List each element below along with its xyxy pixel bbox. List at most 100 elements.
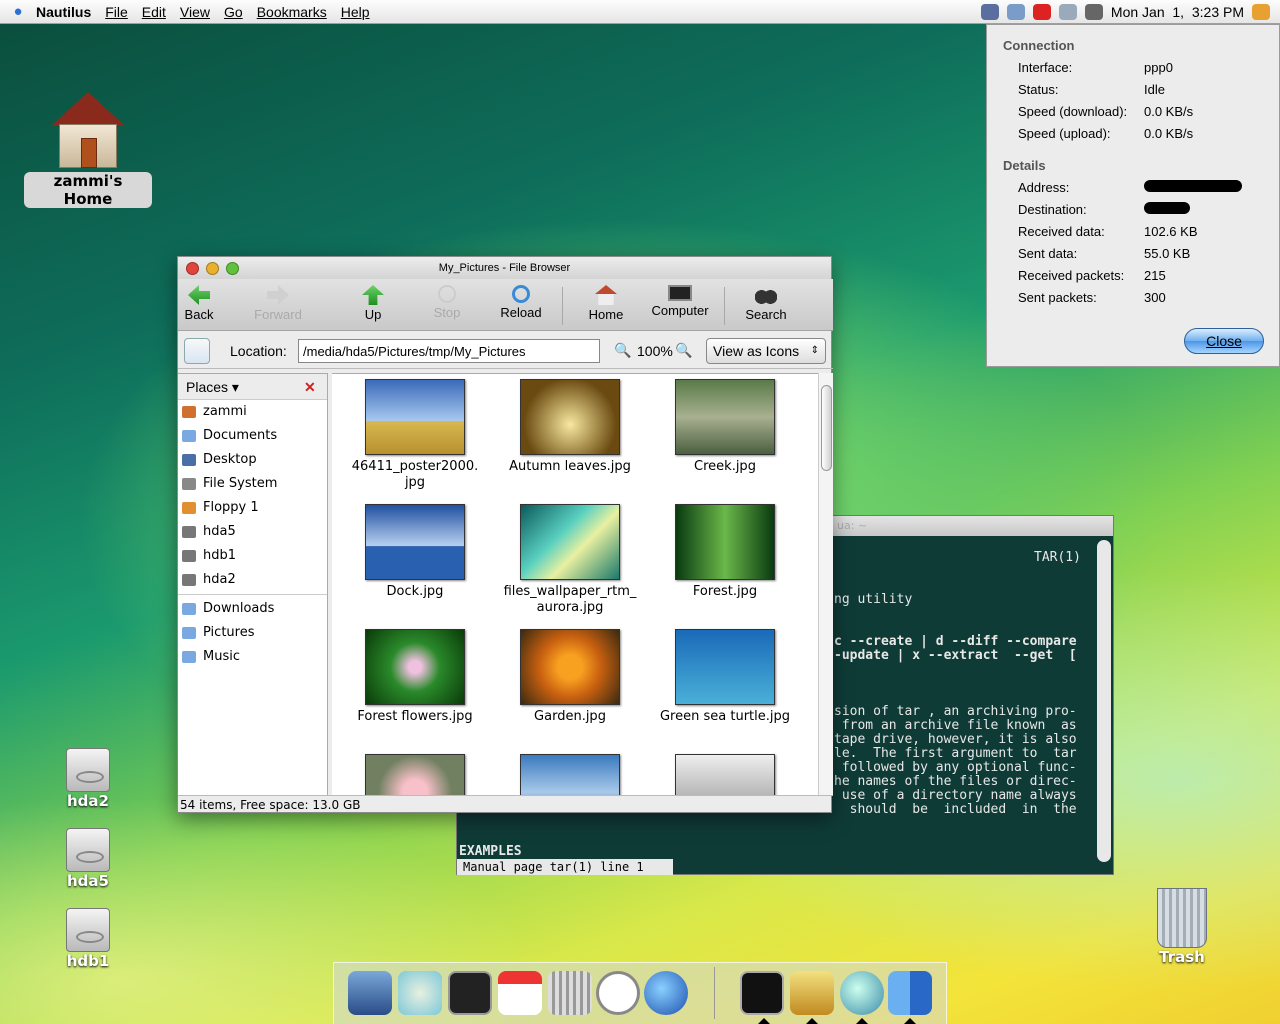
dock-music-icon[interactable] bbox=[398, 971, 442, 1015]
zoom-window-icon[interactable] bbox=[226, 262, 239, 275]
address-label: Address: bbox=[1018, 180, 1070, 195]
destination-redacted bbox=[1144, 202, 1190, 217]
running-indicator-icon bbox=[758, 1018, 770, 1024]
home-button[interactable]: Home bbox=[586, 285, 626, 322]
view-mode-select[interactable]: View as Icons ⇕ bbox=[706, 338, 826, 364]
desktop-drive-hda5[interactable]: hda5 bbox=[52, 828, 124, 890]
file-item[interactable]: 46411_poster2000. jpg bbox=[340, 379, 490, 491]
file-item[interactable] bbox=[495, 754, 645, 795]
file-item[interactable]: Forest.jpg bbox=[650, 504, 800, 600]
window-title[interactable]: My_Pictures - File Browser bbox=[178, 257, 831, 279]
apple-menu-icon[interactable]: ● bbox=[0, 3, 36, 20]
clock[interactable]: Mon Jan 1, 3:23 PM bbox=[1111, 4, 1244, 20]
file-item[interactable] bbox=[650, 754, 800, 795]
back-button[interactable]: Back bbox=[182, 285, 216, 322]
forward-button[interactable]: Forward bbox=[250, 285, 306, 322]
dock-terminal-icon[interactable] bbox=[448, 971, 492, 1015]
received-data-value: 102.6 KB bbox=[1144, 224, 1198, 239]
place-item[interactable]: hdb1 bbox=[178, 544, 327, 568]
close-window-icon[interactable] bbox=[186, 262, 199, 275]
toggle-location-icon[interactable] bbox=[184, 338, 210, 364]
back-label: Back bbox=[184, 307, 214, 322]
folder-icon bbox=[182, 603, 196, 615]
menu-file[interactable]: File bbox=[105, 4, 128, 20]
running-indicator-icon bbox=[806, 1018, 818, 1024]
zoom-in-icon[interactable]: 🔍 bbox=[675, 342, 692, 359]
dock-globe-icon[interactable] bbox=[840, 971, 884, 1015]
reload-button[interactable]: Reload bbox=[498, 285, 544, 320]
file-item[interactable]: Forest flowers.jpg bbox=[340, 629, 490, 725]
close-sidebar-icon[interactable]: ✕ bbox=[304, 374, 316, 400]
stop-button[interactable]: Stop bbox=[430, 285, 464, 320]
search-button[interactable]: Search bbox=[744, 285, 788, 322]
terminal-line: EXAMPLES bbox=[459, 844, 522, 859]
terminal-line: c --create | d --diff --compare bbox=[834, 634, 1077, 649]
dock-web-icon[interactable] bbox=[790, 971, 834, 1015]
menu-bookmarks[interactable]: Bookmarks bbox=[257, 4, 327, 20]
place-item[interactable]: hda2 bbox=[178, 568, 327, 592]
bookmark-label: Music bbox=[203, 649, 240, 664]
file-item[interactable]: Green sea turtle.jpg bbox=[650, 629, 800, 725]
received-data-label: Received data: bbox=[1018, 224, 1105, 239]
select-arrows-icon: ⇕ bbox=[810, 345, 819, 356]
received-packets-label: Received packets: bbox=[1018, 268, 1125, 283]
bookmark-item[interactable]: Downloads bbox=[178, 597, 327, 621]
dock-calendar-icon[interactable] bbox=[498, 971, 542, 1015]
minimize-window-icon[interactable] bbox=[206, 262, 219, 275]
dock-trash-icon[interactable] bbox=[548, 971, 592, 1015]
hard-drive-icon bbox=[66, 828, 110, 872]
location-input[interactable] bbox=[298, 339, 600, 363]
desktop-drive-hda2[interactable]: hda2 bbox=[52, 748, 124, 810]
desktop-drive-hdb1[interactable]: hdb1 bbox=[52, 908, 124, 970]
ruby-icon[interactable] bbox=[1032, 3, 1051, 20]
power-icon[interactable] bbox=[1252, 3, 1270, 20]
place-item[interactable]: File System bbox=[178, 472, 327, 496]
trash-label: Trash bbox=[1159, 948, 1205, 966]
bookmark-item[interactable]: Pictures bbox=[178, 621, 327, 645]
file-name: Dock.jpg bbox=[386, 584, 444, 599]
app-name[interactable]: Nautilus bbox=[36, 4, 91, 20]
gnome-icon[interactable] bbox=[1058, 3, 1077, 20]
search-icon[interactable] bbox=[1006, 3, 1025, 20]
menu-go[interactable]: Go bbox=[224, 4, 243, 20]
close-button[interactable]: Close bbox=[1184, 328, 1264, 354]
places-header[interactable]: Places ▾ ✕ bbox=[178, 374, 327, 400]
file-item[interactable]: files_wallpaper_rtm_ aurora.jpg bbox=[495, 504, 645, 616]
place-item[interactable]: Floppy 1 bbox=[178, 496, 327, 520]
view-mode-value: View as Icons bbox=[713, 343, 800, 359]
desktop-home-icon[interactable]: zammi's Home bbox=[24, 90, 152, 208]
destination-label: Destination: bbox=[1018, 202, 1087, 217]
zoom-out-icon[interactable]: 🔍 bbox=[614, 342, 631, 359]
dock-photos-icon[interactable] bbox=[348, 971, 392, 1015]
dock-clock-icon[interactable] bbox=[596, 971, 640, 1015]
scrollbar-thumb[interactable] bbox=[821, 385, 832, 471]
menu-help[interactable]: Help bbox=[341, 4, 370, 20]
place-item[interactable]: hda5 bbox=[178, 520, 327, 544]
vertical-scrollbar[interactable] bbox=[818, 373, 833, 795]
home-label: Home bbox=[588, 307, 624, 322]
network-icon[interactable] bbox=[980, 3, 999, 20]
place-icon bbox=[182, 478, 196, 490]
bookmark-item[interactable]: Music bbox=[178, 645, 327, 669]
place-item[interactable]: zammi bbox=[178, 400, 327, 424]
file-name: 46411_poster2000. jpg bbox=[351, 459, 479, 490]
place-item[interactable]: Desktop bbox=[178, 448, 327, 472]
volume-icon[interactable] bbox=[1084, 3, 1103, 20]
dock-console-icon[interactable] bbox=[740, 971, 784, 1015]
file-item[interactable]: Garden.jpg bbox=[495, 629, 645, 725]
terminal-line: ng utility bbox=[834, 592, 913, 607]
dock-browser-icon[interactable] bbox=[644, 971, 688, 1015]
desktop-trash[interactable]: Trash bbox=[1146, 888, 1218, 966]
file-item[interactable]: Autumn leaves.jpg bbox=[495, 379, 645, 475]
file-item[interactable]: Creek.jpg bbox=[650, 379, 800, 475]
up-button[interactable]: Up bbox=[358, 285, 388, 322]
file-item[interactable]: Dock.jpg bbox=[340, 504, 490, 600]
place-item[interactable]: Documents bbox=[178, 424, 327, 448]
menu-view[interactable]: View bbox=[180, 4, 210, 20]
bookmark-label: Pictures bbox=[203, 625, 255, 640]
menu-edit[interactable]: Edit bbox=[142, 4, 166, 20]
dock-finder-icon[interactable] bbox=[888, 971, 932, 1015]
terminal-scrollbar[interactable] bbox=[1097, 540, 1111, 862]
file-item[interactable] bbox=[340, 754, 490, 795]
computer-button[interactable]: Computer bbox=[648, 285, 712, 318]
